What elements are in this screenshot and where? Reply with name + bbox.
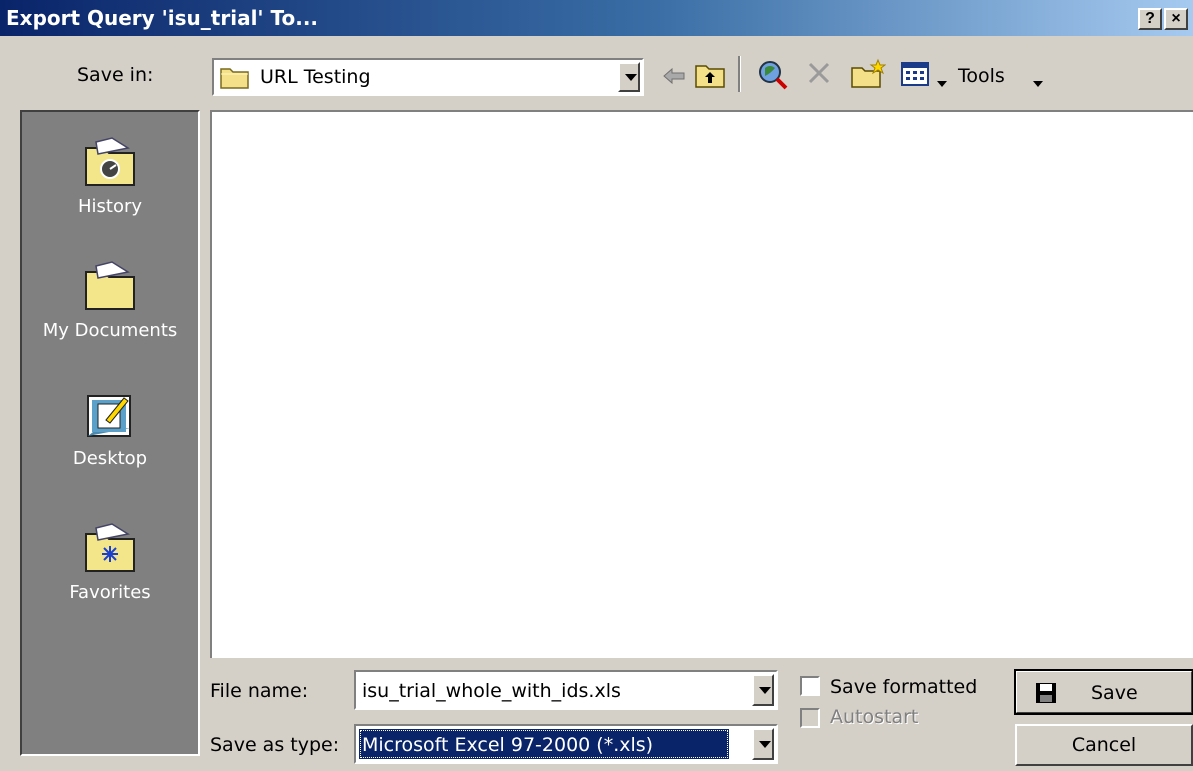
save-in-label: Save in: bbox=[77, 64, 154, 86]
window-title: Export Query 'isu_trial' To... bbox=[6, 6, 319, 30]
new-folder-icon[interactable] bbox=[850, 58, 887, 96]
save-as-type-combobox[interactable]: Microsoft Excel 97-2000 (*.xls) bbox=[354, 724, 778, 764]
places-label-desktop: Desktop bbox=[72, 448, 148, 469]
save-as-type-value: Microsoft Excel 97-2000 (*.xls) bbox=[362, 734, 654, 756]
file-name-field[interactable]: isu_trial_whole_with_ids.xls bbox=[362, 680, 621, 702]
places-label-my-documents: My Documents bbox=[42, 320, 178, 341]
folder-icon bbox=[220, 65, 250, 95]
save-as-type-label: Save as type: bbox=[210, 734, 340, 756]
tools-dropdown-icon[interactable] bbox=[1032, 72, 1044, 95]
save-in-combobox[interactable]: URL Testing bbox=[212, 58, 644, 96]
back-arrow-icon[interactable] bbox=[660, 62, 688, 96]
title-bar: Export Query 'isu_trial' To... ? × bbox=[0, 0, 1193, 36]
history-folder-icon bbox=[82, 137, 138, 195]
delete-icon[interactable] bbox=[806, 60, 832, 92]
places-bar: History My Documents Desktop Favorites bbox=[20, 110, 200, 756]
file-name-label: File name: bbox=[210, 680, 309, 702]
my-documents-folder-icon bbox=[82, 261, 138, 319]
autostart-checkbox bbox=[800, 708, 820, 728]
favorites-folder-icon bbox=[82, 523, 138, 581]
places-item-desktop[interactable]: Desktop bbox=[22, 386, 198, 469]
desktop-icon bbox=[82, 395, 138, 447]
file-list-view[interactable] bbox=[210, 110, 1193, 658]
up-folder-icon[interactable] bbox=[694, 60, 726, 96]
cancel-button[interactable]: Cancel bbox=[1015, 724, 1193, 766]
save-in-dropdown-button[interactable] bbox=[618, 62, 640, 92]
views-icon[interactable] bbox=[900, 60, 930, 94]
help-button[interactable]: ? bbox=[1138, 8, 1162, 30]
close-button[interactable]: × bbox=[1164, 8, 1188, 30]
floppy-disk-icon bbox=[1035, 682, 1057, 709]
save-button-label: Save bbox=[1091, 682, 1138, 704]
save-as-type-dropdown-button[interactable] bbox=[752, 728, 774, 760]
autostart-label: Autostart bbox=[830, 706, 919, 728]
places-item-favorites[interactable]: Favorites bbox=[22, 520, 198, 603]
places-label-favorites: Favorites bbox=[69, 582, 151, 603]
toolbar-separator bbox=[738, 56, 741, 92]
save-button[interactable]: Save bbox=[1014, 669, 1193, 715]
save-formatted-label: Save formatted bbox=[830, 676, 978, 698]
places-item-history[interactable]: History bbox=[22, 134, 198, 217]
save-in-value: URL Testing bbox=[260, 66, 371, 88]
tools-menu-label[interactable]: Tools bbox=[958, 65, 1005, 87]
file-name-combobox[interactable]: isu_trial_whole_with_ids.xls bbox=[354, 670, 778, 710]
places-label-history: History bbox=[77, 196, 143, 217]
search-web-icon[interactable] bbox=[756, 58, 790, 98]
views-dropdown-icon[interactable] bbox=[936, 72, 948, 95]
places-item-my-documents[interactable]: My Documents bbox=[22, 258, 198, 341]
save-formatted-checkbox[interactable] bbox=[800, 676, 820, 696]
file-name-dropdown-button[interactable] bbox=[752, 674, 774, 706]
